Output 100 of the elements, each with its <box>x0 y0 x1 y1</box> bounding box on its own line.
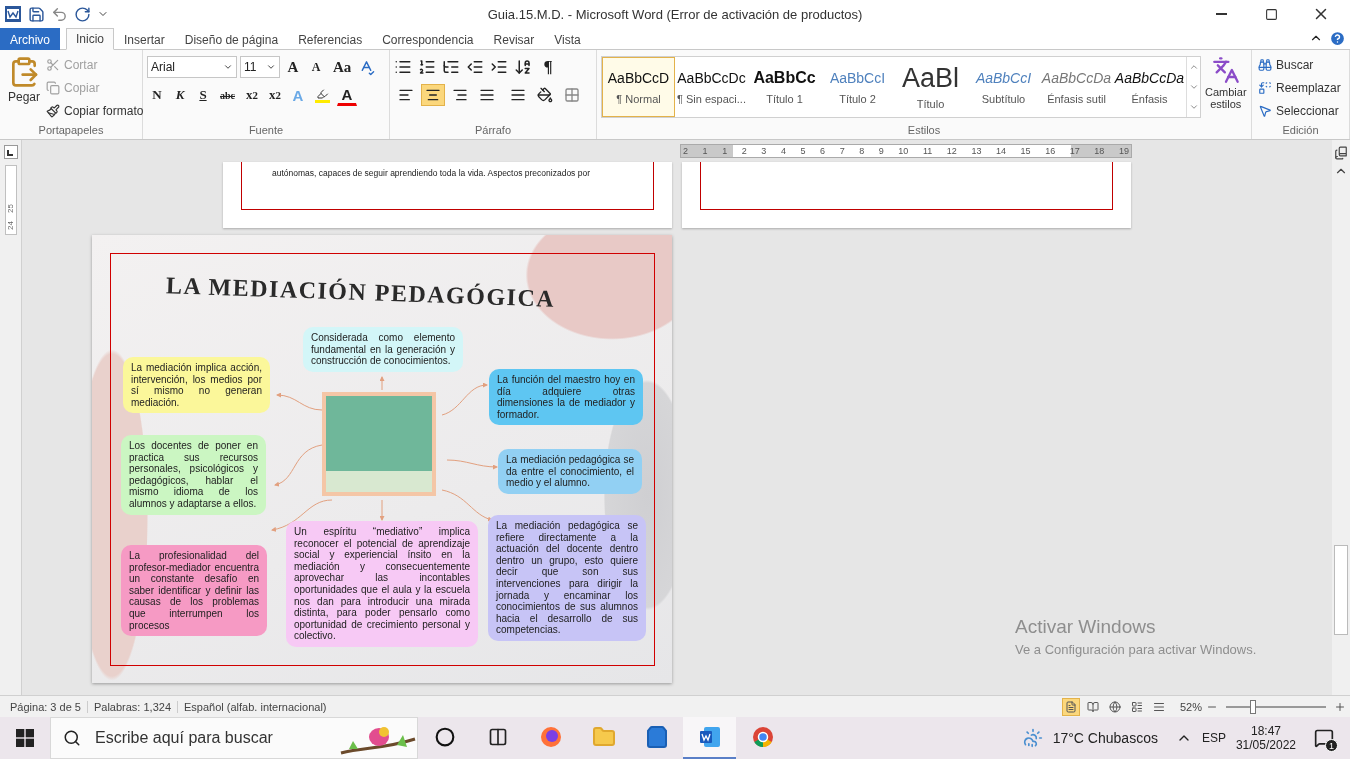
page-count: Página: 3 de 5 <box>4 700 88 713</box>
change-styles-button[interactable]: Cambiar estilos <box>1201 54 1251 121</box>
cortana-circle-icon <box>434 727 455 747</box>
style-option[interactable]: AaBbCcI Subtítulo <box>967 57 1040 117</box>
editing-button[interactable]: Reemplazar <box>1256 77 1343 98</box>
group-label: Edición <box>1282 124 1319 136</box>
ribbon-tab[interactable]: Diseño de página <box>174 28 289 50</box>
sort-icon[interactable] <box>514 58 532 76</box>
pointer-icon <box>1258 103 1272 118</box>
clock-date: 31/05/2022 <box>1235 738 1296 752</box>
decrease-indent-icon[interactable] <box>466 58 484 76</box>
ribbon-tab[interactable]: Inicio <box>66 28 115 50</box>
notification-count: 1 <box>1325 739 1338 752</box>
fox-browser-icon <box>538 725 563 749</box>
format-painter-button[interactable]: Copiar formato <box>44 100 146 121</box>
align-icon <box>398 87 414 103</box>
tab-selector-button[interactable] <box>3 145 18 159</box>
italic-button[interactable]: K <box>170 84 190 106</box>
shading-icon[interactable] <box>537 87 553 103</box>
concept-note: Los docentes de poner en practica sus recursos personales, psicológicos y pedagógicos, hablar el mismo idioma de los alumnos y adaptarse a ellos. <box>121 435 266 515</box>
split-view-icon[interactable] <box>1334 146 1348 160</box>
poster-title: LA MEDIACIÓN PEDAGÓGICA <box>165 272 556 313</box>
style-option[interactable]: AaBl Título <box>894 57 967 117</box>
body-text: autónomas, capaces de seguir aprendiendo toda la vida. Aspectos preconizados por <box>272 168 590 178</box>
paste-button[interactable]: Pegar <box>4 54 45 121</box>
view-icon <box>1152 700 1165 713</box>
highlighter-icon <box>315 87 330 103</box>
ribbon-tab[interactable]: Correspondencia <box>372 28 484 50</box>
ribbon-tab[interactable]: Referencias <box>288 28 373 50</box>
multilevel-list-icon[interactable] <box>442 58 460 76</box>
clock-time: 18:47 <box>1250 724 1281 738</box>
ribbon-tab[interactable]: Vista <box>544 28 591 50</box>
font-color-button[interactable]: A <box>337 84 357 106</box>
align-icon <box>479 87 495 103</box>
word-app-icon[interactable] <box>4 5 22 23</box>
ribbon-tab[interactable]: Insertar <box>114 28 175 50</box>
shrink-font-button[interactable]: A <box>306 56 326 78</box>
change-case-button[interactable]: Aa <box>329 56 356 78</box>
binoculars-icon <box>1258 57 1272 72</box>
grow-font-button[interactable]: A <box>283 56 303 78</box>
strikethrough-button[interactable]: abc <box>216 84 239 106</box>
task-view-icon <box>487 727 508 747</box>
message-icon <box>1314 728 1334 748</box>
zoom-thumb[interactable] <box>1250 699 1256 714</box>
bold-button[interactable]: N <box>147 84 167 106</box>
view-icon <box>1064 700 1077 713</box>
store-bag-icon <box>644 725 669 749</box>
editing-button[interactable]: Seleccionar <box>1256 100 1343 121</box>
style-option[interactable]: AaBbCcDa Énfasis <box>1113 57 1186 117</box>
scissors-icon <box>46 57 61 72</box>
restore-icon <box>1264 7 1278 21</box>
folder-icon <box>591 725 616 749</box>
redo-icon[interactable] <box>74 5 91 23</box>
style-option[interactable]: AaBbCc Título 1 <box>748 57 821 117</box>
group-label: Estilos <box>907 124 941 136</box>
style-option[interactable]: AaBbCcD ¶ Normal <box>602 57 675 117</box>
borders-icon[interactable] <box>564 87 580 103</box>
input-language: ESP <box>1201 731 1226 745</box>
notifications-button[interactable]: 1 <box>1306 720 1342 756</box>
font-name-field[interactable]: Arial <box>147 56 237 78</box>
increase-indent-icon[interactable] <box>490 58 508 76</box>
align-icon <box>452 87 468 103</box>
scroll-thumb[interactable] <box>1334 545 1348 635</box>
concept-note: La mediación pedagógica se refiere directamente a la actuación del docente dentro dentro un grupo, esto quiere decir que son sus intervenciones para dirigir la jornada y encaminar los conocimientos de sus alumnos hacia el desarrollo de sus competencias. <box>488 515 646 641</box>
file-tab[interactable]: Archivo <box>0 28 60 50</box>
word-count: Palabras: 1,324 <box>87 700 178 713</box>
replace-icon <box>1258 80 1272 95</box>
editing-button[interactable]: Buscar <box>1256 54 1343 75</box>
brush-icon <box>46 103 61 118</box>
numbering-icon[interactable] <box>418 58 436 76</box>
undo-icon[interactable] <box>51 5 68 23</box>
view-button[interactable] <box>1061 697 1080 716</box>
show-marks-button[interactable]: ¶ <box>538 56 558 78</box>
window-title: Guia.15.M.D. - Microsoft Word (Error de activación de productos) <box>487 6 863 22</box>
save-icon[interactable] <box>28 5 45 23</box>
view-icon <box>1086 700 1099 713</box>
activation-notice: Activar Windows <box>1015 616 1157 638</box>
vertical-ruler: 25 24 <box>4 165 17 235</box>
copy-icon <box>46 80 61 95</box>
align-center-button[interactable] <box>421 84 445 106</box>
underline-button[interactable]: S <box>193 84 213 106</box>
taskbar-search-box[interactable]: Escribe aquí para buscar <box>50 717 418 759</box>
weather-icon <box>1022 728 1043 748</box>
search-icon <box>63 729 81 747</box>
taskbar-search-field[interactable]: Escribe aquí para buscar <box>93 728 327 748</box>
line-spacing-icon[interactable] <box>510 87 526 103</box>
group-label: Fuente <box>248 124 284 136</box>
round-browser-icon <box>750 725 775 749</box>
taskbar-app-button[interactable] <box>683 717 736 759</box>
minimize-icon <box>1215 13 1227 15</box>
zoom-in-button[interactable] <box>1334 700 1346 713</box>
align-icon <box>425 87 441 103</box>
style-option[interactable]: AaBbCcDc ¶ Sin espaci... <box>675 57 748 117</box>
ribbon-tab[interactable]: Revisar <box>483 28 545 50</box>
style-option[interactable]: AaBbCcDa Énfasis sutil <box>1040 57 1113 117</box>
bullets-icon[interactable] <box>394 58 412 76</box>
style-option[interactable]: AaBbCcI Título 2 <box>821 57 894 117</box>
font-size-field[interactable]: 11 <box>240 56 280 78</box>
concept-note: La función del maestro hoy en día adquiere otras dimensiones la de mediador y formador. <box>489 369 643 426</box>
help-icon[interactable] <box>1329 29 1346 47</box>
